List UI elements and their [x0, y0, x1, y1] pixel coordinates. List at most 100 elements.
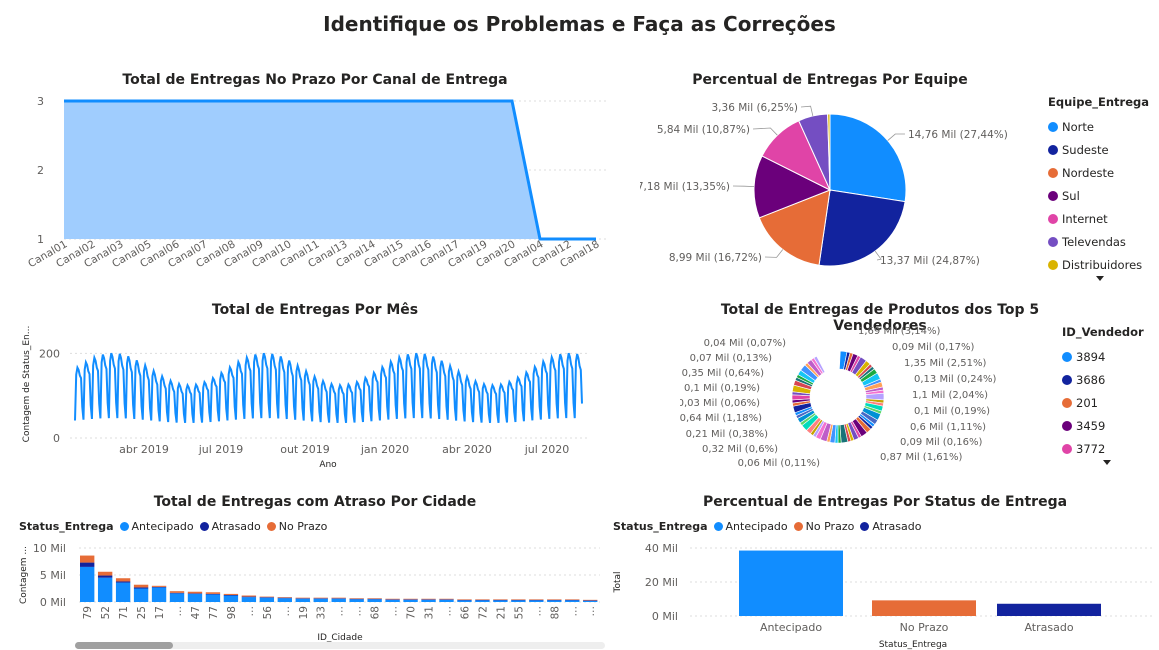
- x-tick-label: 33: [316, 606, 328, 619]
- bar-segment: [439, 599, 454, 600]
- pie-leader-line: [764, 249, 784, 258]
- bar-segment: [583, 600, 598, 602]
- legend-marker-icon: [1048, 259, 1058, 270]
- legend-label: 3894: [1076, 349, 1106, 364]
- legend-item[interactable]: Internet: [1048, 207, 1149, 230]
- bar-segment: [403, 599, 418, 600]
- bar-segment: [457, 599, 472, 600]
- vendedores-chart-panel[interactable]: Total de Entregas de Produtos dos Top 5 …: [680, 298, 1159, 478]
- horizontal-scrollbar-thumb[interactable]: [75, 642, 173, 649]
- bar-segment: [565, 599, 580, 600]
- bar-segment: [439, 599, 454, 602]
- bar-segment: [295, 598, 310, 599]
- legend-label: Sudeste: [1062, 142, 1109, 157]
- bar-segment: [583, 599, 598, 601]
- legend-scroll-down-icon[interactable]: [1103, 460, 1111, 465]
- x-tick-label: 47: [190, 606, 202, 619]
- legend-item[interactable]: Sul: [1048, 184, 1149, 207]
- bar-segment: [259, 596, 275, 598]
- legend-item[interactable]: Sudeste: [1048, 138, 1149, 161]
- bar-segment: [349, 598, 364, 600]
- canal-chart-panel[interactable]: Total de Entregas No Prazo Por Canal de …: [20, 68, 610, 290]
- x-tick-label: 21: [495, 606, 507, 619]
- bar-segment: [313, 597, 328, 599]
- bar-segment: [295, 598, 310, 602]
- donut-data-label: 1,1 Mil (2,04%): [912, 390, 988, 401]
- x-tick-label: No Prazo: [900, 621, 949, 634]
- pie-slice: [829, 113, 907, 203]
- bar-segment: [97, 577, 113, 602]
- bar-segment: [529, 599, 544, 601]
- y-tick-label: 40 Mil: [645, 542, 678, 555]
- bar-segment: [97, 571, 113, 576]
- donut-data-label: 0,21 Mil (0,38%): [686, 429, 768, 440]
- legend-item[interactable]: 201: [1062, 391, 1144, 414]
- legend-item[interactable]: 3894: [1062, 345, 1144, 368]
- bar-segment: [277, 597, 292, 599]
- bar-segment: [331, 597, 346, 599]
- x-tick-label: 55: [513, 606, 525, 619]
- bar-segment: [259, 597, 275, 602]
- pie-leader-line: [732, 185, 755, 188]
- status-chart-panel[interactable]: Percentual de Entregas Por Status de Ent…: [610, 490, 1159, 650]
- x-tick-label: …: [585, 606, 597, 617]
- legend-label: Norte: [1062, 119, 1094, 134]
- vendedores-legend-title: ID_Vendedor: [1062, 325, 1144, 339]
- x-axis-title: Ano: [319, 460, 337, 470]
- legend-item[interactable]: 3459: [1062, 414, 1144, 437]
- y-axis-title: Contagem ...: [19, 546, 29, 604]
- donut-data-label: 0,07 Mil (0,13%): [690, 353, 772, 364]
- mes-chart-panel[interactable]: Total de Entregas Por Mês 0 200 abr 2019 ju…: [15, 298, 615, 478]
- donut-data-label: 0,87 Mil (1,61%): [880, 452, 962, 463]
- status-bar-chart: 0 Mil 20 Mil 40 Mil Antecipado No Prazo Atras…: [613, 542, 1155, 650]
- bar-segment: [241, 596, 257, 598]
- bar-segment: [475, 599, 490, 601]
- equipe-legend-title: Equipe_Entrega: [1048, 95, 1150, 109]
- legend-label: 3459: [1076, 418, 1106, 433]
- legend-marker-icon: [1048, 190, 1058, 201]
- x-tick-label: 56: [262, 606, 274, 620]
- bar-segment: [205, 594, 221, 602]
- bar: [872, 600, 976, 616]
- pie-leader-line: [800, 105, 814, 117]
- legend-marker-icon: [1062, 374, 1072, 385]
- legend-label: Internet: [1062, 211, 1108, 226]
- x-tick-label: 31: [424, 606, 436, 619]
- bar-segment: [187, 591, 203, 594]
- equipe-chart-panel[interactable]: Percentual de Entregas Por Equipe 14,76 …: [640, 68, 1159, 290]
- bar-segment: [565, 599, 580, 601]
- y-axis-title: Contagem de Status_En...: [22, 326, 32, 443]
- bar-segment: [565, 600, 580, 602]
- legend-scroll-down-icon[interactable]: [1096, 276, 1104, 281]
- donut-data-label: 0,09 Mil (0,16%): [900, 437, 982, 448]
- legend-item[interactable]: Nordeste: [1048, 161, 1149, 184]
- cidade-chart-panel[interactable]: Total de Entregas com Atraso Por Cidade …: [15, 490, 615, 650]
- y-tick-label: 3: [37, 95, 44, 108]
- pie-data-label: 7,18 Mil (13,35%): [640, 181, 730, 193]
- bar-segment: [151, 587, 167, 602]
- legend-item[interactable]: Norte: [1048, 115, 1149, 138]
- bar-segment: [349, 599, 364, 602]
- bar-segment: [367, 598, 382, 600]
- legend-item[interactable]: Televendas: [1048, 230, 1149, 253]
- bar-segment: [115, 581, 131, 583]
- donut-data-label: 0,04 Mil (0,07%): [704, 338, 786, 349]
- bar-segment: [295, 597, 310, 599]
- legend-item[interactable]: 3772: [1062, 437, 1144, 460]
- legend-marker-icon: [1048, 167, 1058, 178]
- x-tick-label: jul 2020: [524, 443, 570, 456]
- legend-item[interactable]: Distribuidores: [1048, 253, 1149, 276]
- x-tick-label: Antecipado: [760, 621, 822, 634]
- legend-label: Sul: [1062, 188, 1080, 203]
- y-tick-label: 0 Mil: [40, 596, 66, 609]
- x-tick-label: …: [334, 606, 346, 617]
- y-tick-label: 0: [53, 432, 60, 445]
- legend-marker-icon: [1048, 121, 1058, 132]
- legend-item[interactable]: 3686: [1062, 368, 1144, 391]
- bar-segment: [493, 599, 508, 600]
- bar-segment: [115, 582, 131, 602]
- legend-label: Televendas: [1062, 234, 1126, 249]
- bar-segment: [403, 598, 418, 600]
- cidade-bar-chart: 0 Mil 5 Mil 10 Mil 79 52 71 25 17 … 47 77 98 … 56 … 19 3…: [19, 542, 600, 643]
- bar-segment: [493, 600, 508, 602]
